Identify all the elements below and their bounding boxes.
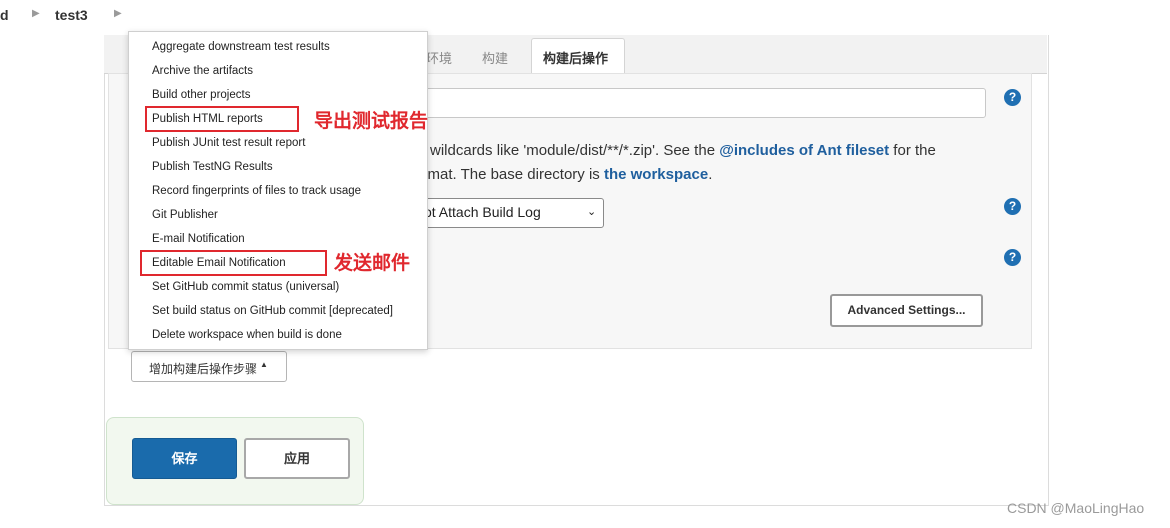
menu-item-delete-workspace[interactable]: Delete workspace when build is done [152,329,342,341]
highlight-box-html-reports [145,106,299,132]
menu-item-publish-junit[interactable]: Publish JUnit test result report [152,137,305,149]
menu-item-publish-testng[interactable]: Publish TestNG Results [152,161,273,173]
tab-post-build-label: 构建后操作 [543,51,609,66]
caret-up-icon: ▲ [260,360,268,369]
apply-button[interactable]: 应用 [244,438,350,479]
description-text: . [708,166,713,183]
ant-fileset-link[interactable]: @includes of Ant fileset [719,142,889,159]
description-text: format. The base directory is [410,166,604,183]
save-button[interactable]: 保存 [132,438,237,479]
tab-environment[interactable]: 环境 [426,48,452,67]
menu-item-aggregate-test-results[interactable]: Aggregate downstream test results [152,41,330,53]
menu-item-github-build-status[interactable]: Set build status on GitHub commit [depre… [152,305,393,317]
description-text: se wildcards like 'module/dist/**/*.zip'… [410,142,720,159]
add-step-label: 增加构建后操作步骤 [149,362,258,376]
chevron-right-icon[interactable]: ▶ [114,8,122,19]
post-build-action-menu: Aggregate downstream test results Archiv… [128,31,428,350]
field-description: format. The base directory is the worksp… [410,166,712,183]
menu-item-git-publisher[interactable]: Git Publisher [152,209,218,221]
help-icon[interactable]: ? [1004,89,1021,106]
attach-log-select-value: ot Attach Build Log [424,204,541,220]
add-post-build-step-button[interactable]: 增加构建后操作步骤 ▲ [131,351,287,382]
highlight-box-editable-email [140,250,327,276]
menu-item-record-fingerprints[interactable]: Record fingerprints of files to track us… [152,185,361,197]
annotation-export-report: 导出测试报告 [314,111,429,132]
menu-item-archive-artifacts[interactable]: Archive the artifacts [152,65,253,77]
menu-item-email-notification[interactable]: E-mail Notification [152,233,245,245]
field-description: se wildcards like 'module/dist/**/*.zip'… [410,142,936,159]
workspace-link[interactable]: the workspace [604,166,708,183]
watermark: CSDN @MaoLingHao [1007,500,1145,516]
annotation-send-email: 发送邮件 [334,253,411,274]
breadcrumb-item-parent[interactable]: d [0,7,9,23]
files-to-archive-input[interactable] [410,88,986,118]
chevron-down-icon: ⌄ [587,206,597,218]
help-icon[interactable]: ? [1004,249,1021,266]
menu-item-build-other-projects[interactable]: Build other projects [152,89,250,101]
chevron-right-icon[interactable]: ▶ [32,8,40,19]
advanced-settings-button[interactable]: Advanced Settings... [830,294,983,327]
breadcrumb-item-project[interactable]: test3 [55,7,88,23]
help-icon[interactable]: ? [1004,198,1021,215]
tab-build[interactable]: 构建 [482,48,508,67]
breadcrumb: d ▶ test3 ▶ [0,0,1170,32]
description-text: for the [889,142,936,159]
menu-item-github-commit-status[interactable]: Set GitHub commit status (universal) [152,281,339,293]
